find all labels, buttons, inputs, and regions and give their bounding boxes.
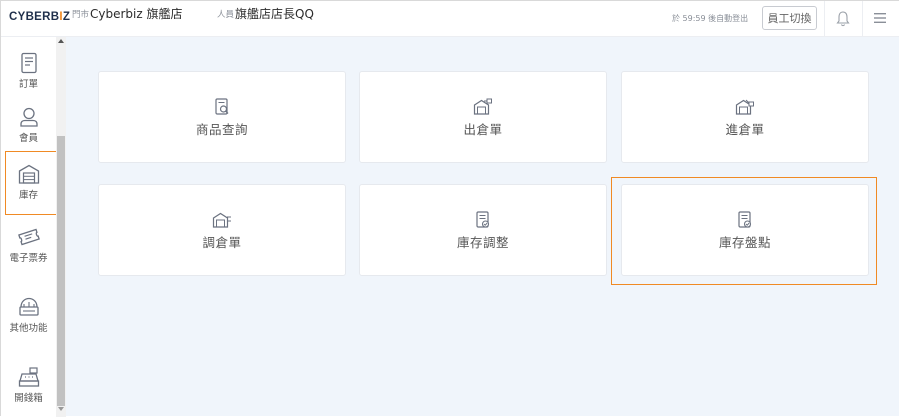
sidebar-item-label: 庫存: [18, 190, 38, 201]
product-search-icon: [215, 97, 229, 115]
member-person-icon: [19, 107, 38, 127]
cash-register-icon: [18, 367, 39, 387]
card-product-search[interactable]: 商品查詢: [98, 71, 346, 163]
scroll-up-arrow-icon[interactable]: [58, 39, 64, 43]
other-functions-icon: [18, 297, 39, 316]
app-frame: CYBERBIZ 門市 Cyberbiz 旗艦店 人員 旗艦店店長QQ 於 59…: [0, 0, 899, 417]
staff-name: 旗艦店店長QQ: [235, 7, 314, 21]
auto-logout-timer: 於 59:59 後自動登出: [672, 14, 749, 23]
sidebar-item-other-functions[interactable]: 其他功能: [1, 295, 56, 335]
card-warehouse-in[interactable]: 進倉單: [621, 71, 869, 163]
sidebar-item-label: 會員: [18, 133, 38, 144]
card-label: 調倉單: [202, 234, 242, 250]
sidebar-item-label: 訂單: [18, 79, 38, 90]
bell-icon[interactable]: [835, 10, 851, 28]
card-warehouse-transfer[interactable]: 調倉單: [98, 184, 346, 276]
divider: [862, 1, 863, 37]
switch-staff-button[interactable]: 員工切換: [762, 6, 817, 30]
warehouse-transfer-icon: [212, 212, 231, 228]
store-name: Cyberbiz 旗艦店: [90, 7, 183, 21]
sidebar-item-e-ticket[interactable]: 電子票券: [1, 225, 56, 265]
scroll-down-arrow-icon[interactable]: [58, 407, 64, 411]
card-label: 出倉單: [463, 121, 503, 137]
cyberbiz-logo: CYBERBIZ: [9, 11, 71, 23]
scrollbar-thumb[interactable]: [57, 136, 65, 406]
store-label: 門市: [72, 10, 90, 20]
sidebar-item-label: 開錢箱: [14, 393, 43, 404]
card-label: 庫存調整: [456, 234, 509, 250]
sidebar-item-members[interactable]: 會員: [1, 105, 56, 145]
card-warehouse-out[interactable]: 出倉單: [359, 71, 607, 163]
selected-card-highlight: [611, 177, 877, 285]
warehouse-icon: [18, 164, 39, 184]
warehouse-in-icon: [735, 99, 754, 115]
sidebar-item-inventory[interactable]: 庫存: [1, 162, 56, 202]
sidebar-item-label: 其他功能: [9, 323, 48, 334]
sidebar-item-open-cash-drawer[interactable]: 開錢箱: [1, 365, 56, 405]
top-bar: CYBERBIZ 門市 Cyberbiz 旗艦店 人員 旗艦店店長QQ 於 59…: [1, 1, 899, 37]
ticket-icon: [17, 228, 40, 246]
hamburger-menu-icon[interactable]: [874, 12, 886, 24]
warehouse-out-icon: [473, 98, 492, 115]
card-inventory-adjust[interactable]: 庫存調整: [359, 184, 607, 276]
card-label: 進倉單: [725, 121, 765, 137]
inventory-adjust-icon: [476, 210, 490, 228]
divider: [824, 1, 825, 37]
order-document-icon: [20, 52, 37, 74]
sidebar-item-orders[interactable]: 訂單: [1, 51, 56, 91]
staff-label: 人員: [217, 10, 235, 20]
card-label: 商品查詢: [195, 121, 248, 137]
sidebar-item-label: 電子票券: [9, 253, 48, 264]
